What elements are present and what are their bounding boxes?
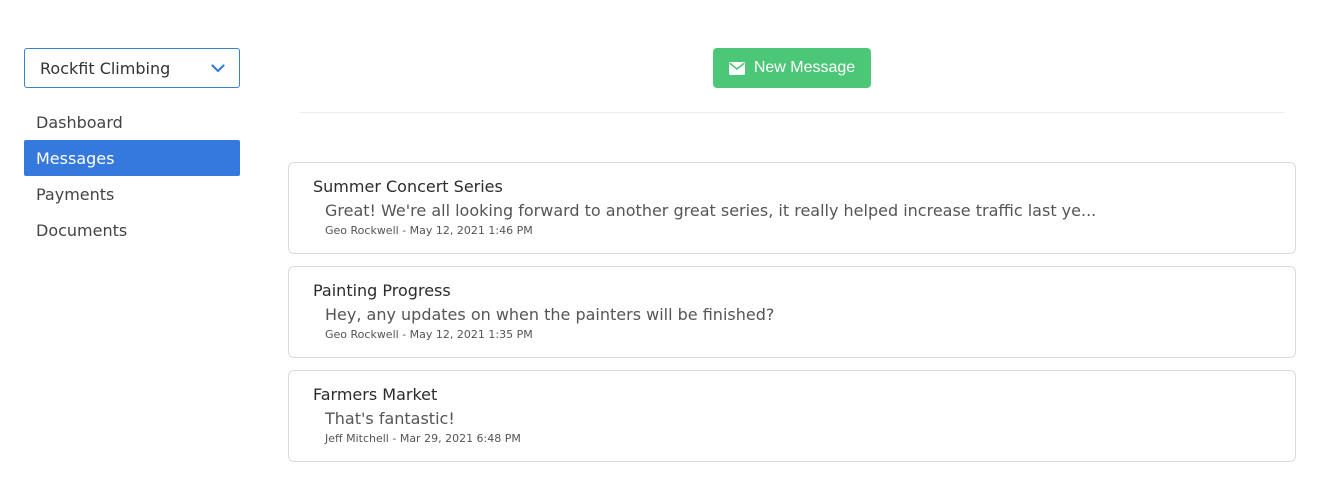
message-card[interactable]: Farmers Market That's fantastic! Jeff Mi… [288,370,1296,462]
organization-select-value: Rockfit Climbing [40,58,171,78]
message-meta: Geo Rockwell - May 12, 2021 1:35 PM [325,328,533,341]
message-timestamp: May 12, 2021 1:46 PM [409,224,533,237]
new-message-button[interactable]: New Message [713,48,871,88]
divider [300,112,1284,113]
sidebar-item-dashboard[interactable]: Dashboard [24,104,240,140]
message-author: Geo Rockwell [325,328,399,341]
message-timestamp: Mar 29, 2021 6:48 PM [399,432,521,445]
message-timestamp: May 12, 2021 1:35 PM [409,328,533,341]
message-title: Painting Progress [313,281,451,300]
message-preview: That's fantastic! [325,409,455,428]
message-list: Summer Concert Series Great! We're all l… [288,162,1296,474]
message-preview: Hey, any updates on when the painters wi… [325,305,775,324]
message-author: Geo Rockwell [325,224,399,237]
message-author: Jeff Mitchell [325,432,389,445]
organization-select[interactable]: Rockfit Climbing [24,48,240,88]
chevron-down-icon [211,63,225,73]
message-meta: Geo Rockwell - May 12, 2021 1:46 PM [325,224,533,237]
message-preview: Great! We're all looking forward to anot… [325,201,1097,220]
sidebar-nav: Dashboard Messages Payments Documents [24,104,240,248]
sidebar-item-payments[interactable]: Payments [24,176,240,212]
sidebar-item-messages[interactable]: Messages [24,140,240,176]
sidebar-item-documents[interactable]: Documents [24,212,240,248]
sidebar: Rockfit Climbing Dashboard Messages Paym… [24,48,240,248]
message-card[interactable]: Painting Progress Hey, any updates on wh… [288,266,1296,358]
message-card[interactable]: Summer Concert Series Great! We're all l… [288,162,1296,254]
message-title: Summer Concert Series [313,177,503,196]
main-content: New Message Summer Concert Series Great!… [288,0,1296,462]
envelope-icon [728,61,745,75]
toolbar: New Message [288,0,1296,113]
message-title: Farmers Market [313,385,438,404]
new-message-label: New Message [753,59,856,76]
message-meta: Jeff Mitchell - Mar 29, 2021 6:48 PM [325,432,521,445]
